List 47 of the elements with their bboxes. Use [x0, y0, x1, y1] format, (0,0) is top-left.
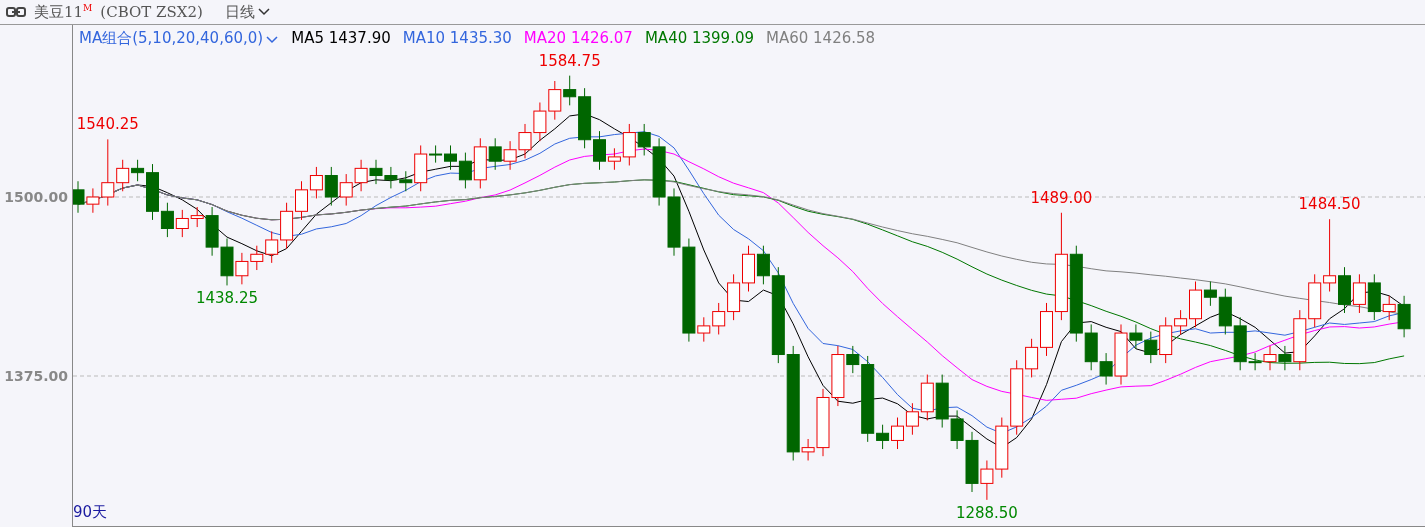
- ma-legend-item: MA20 1426.07: [523, 29, 633, 48]
- ma-legend-item: MA40 1399.09: [644, 29, 754, 48]
- candlestick: [354, 159, 368, 192]
- candlestick: [280, 202, 294, 250]
- candlestick: [324, 166, 338, 207]
- contract-code: (CBOT ZSX2): [100, 3, 203, 21]
- axis-tick-label: 1375.00: [4, 368, 68, 384]
- candlestick: [458, 152, 472, 189]
- candlestick: [548, 80, 562, 121]
- candlestick: [1263, 345, 1277, 371]
- candlestick: [384, 166, 398, 189]
- candlestick: [175, 209, 189, 238]
- candlestick: [935, 374, 949, 429]
- chevron-icon: [265, 33, 280, 44]
- price-annotation: 1288.50: [955, 503, 1018, 522]
- candlestick: [533, 102, 547, 142]
- price-annotation: 1484.50: [1298, 195, 1361, 214]
- candlestick: [1308, 273, 1322, 328]
- candlestick: [891, 417, 904, 450]
- candlestick: [518, 123, 532, 159]
- ma-legend-item: MA5 1437.90: [291, 29, 391, 48]
- ma-group-dropdown[interactable]: MA组合(5,10,20,40,60,0): [79, 29, 280, 48]
- ma-legend-item: MA10 1435.30: [402, 29, 512, 48]
- range-label: 90天: [73, 503, 108, 522]
- link-icon[interactable]: [6, 7, 26, 17]
- candlestick: [444, 144, 457, 171]
- chevron-icon: [256, 7, 271, 17]
- price-annotation: 1438.25: [196, 289, 258, 308]
- price-annotation: 1489.00: [1030, 188, 1093, 207]
- axis-tick-label: 1500.00: [4, 189, 68, 205]
- candlestick: [1352, 273, 1366, 314]
- period-dropdown[interactable]: 日线: [224, 2, 271, 22]
- candlestick: [295, 180, 308, 221]
- symbol-title: 美豆11$^{M}$: [34, 2, 93, 22]
- price-annotation: 1540.25: [76, 115, 139, 134]
- candlestick: [742, 245, 755, 292]
- price-annotation: 1584.75: [538, 51, 601, 70]
- candlestick: [920, 374, 934, 421]
- candlestick: [309, 166, 323, 199]
- candlestick: [369, 159, 383, 185]
- candlestick: [265, 230, 279, 264]
- candlestick: [503, 140, 517, 171]
- ma-legend-item: MA60 1426.58: [766, 29, 876, 48]
- candlestick: [250, 245, 264, 271]
- candlestick: [339, 173, 353, 207]
- candlestick: [73, 180, 85, 214]
- candlestick: [905, 402, 919, 436]
